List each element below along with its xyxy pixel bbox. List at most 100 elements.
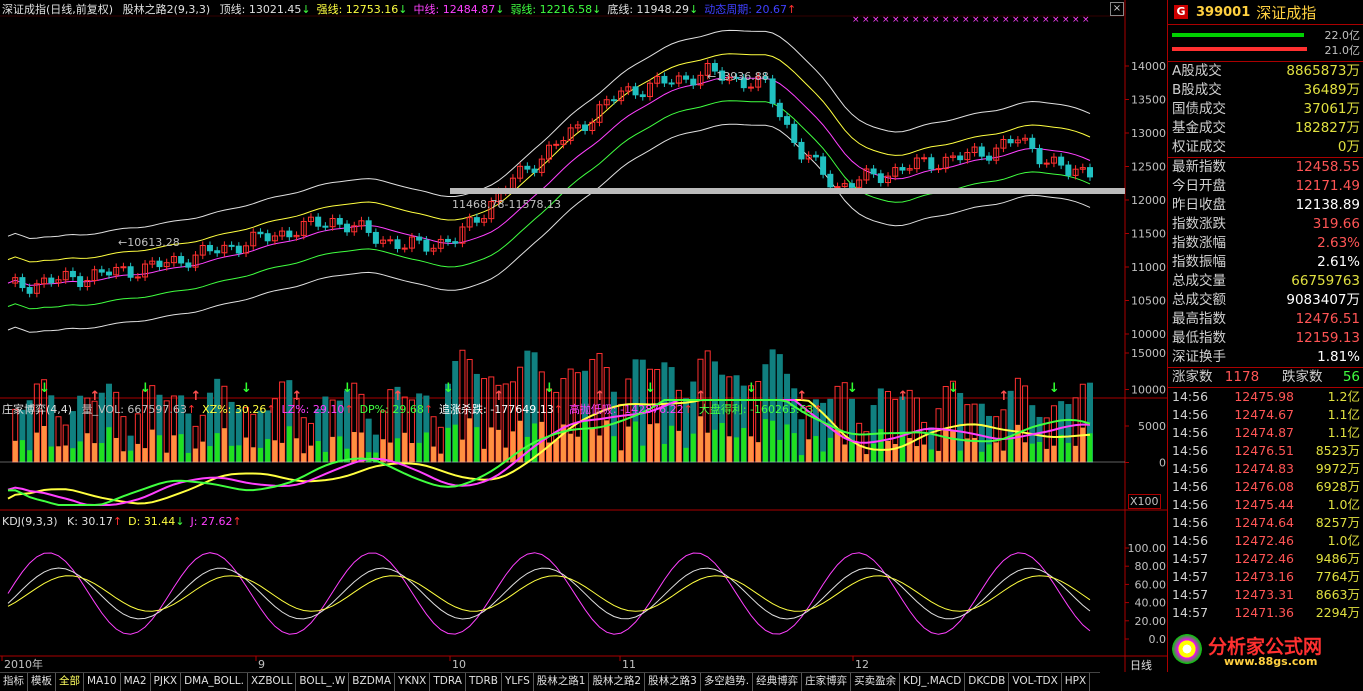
indicator-tab-bar: 指标 模板 全部 MA10 MA2 PJKX DMA_BOLL. XZBOLL BOLL_.W B… (0, 672, 1100, 691)
vol_panel-arrow-6: ↑ (813, 403, 823, 416)
volume-subbar (719, 422, 725, 462)
tab-4[interactable]: MA2 (121, 673, 151, 691)
tick-price: 12475.98 (1234, 389, 1294, 404)
candle-body (206, 244, 213, 252)
marker-x: × (1002, 15, 1010, 25)
close-icon[interactable]: × (1110, 2, 1124, 16)
tab-0[interactable]: 指标 (0, 673, 28, 691)
y-tick-label: 10000 (1131, 328, 1166, 341)
down-arrow-icon: ↓ (847, 381, 858, 396)
vol_panel-item-1: XZ%: 30.26 (202, 403, 267, 416)
candle-body (178, 256, 185, 264)
tab-22[interactable]: DKCDB (965, 673, 1010, 691)
volume-subbar (34, 432, 40, 462)
tab-21[interactable]: KDJ_.MACD (900, 673, 966, 691)
tick-volume: 8257万 (1315, 515, 1360, 530)
chart-canvas[interactable]: 1400013500130001250012000115001100010500… (0, 0, 1167, 672)
volume-subbar (950, 430, 956, 462)
tab-6[interactable]: DMA_BOLL. (181, 673, 248, 691)
tab-19[interactable]: 庄家博弈 (802, 673, 852, 691)
tab-9[interactable]: BZDMA (349, 673, 396, 691)
y-tick-label: 13000 (1131, 127, 1166, 140)
volume-subbar (135, 443, 141, 462)
y-tick-label: 13500 (1131, 94, 1166, 107)
tick-row: 14:56 12475.44 1.0亿 (1168, 496, 1363, 514)
volume-subbar (164, 452, 170, 462)
volume-subbar (142, 448, 148, 462)
volume-subbar (892, 443, 898, 462)
vol_panel-item-4: 追涨杀跌: -177649.13 (439, 403, 554, 416)
volume-subbar (755, 442, 761, 462)
volume-subbar (214, 433, 220, 462)
badge-icon: G (1174, 5, 1188, 19)
high-annotation: ←13936.88 (707, 70, 769, 83)
tick-row: 14:56 12476.51 8523万 (1168, 442, 1363, 460)
volume-subbar (387, 442, 393, 462)
quote-row-value: 12171.49 (1295, 178, 1360, 194)
volume-subbar (48, 446, 54, 462)
tab-5[interactable]: PJKX (151, 673, 182, 691)
marker-x: × (952, 15, 960, 25)
down-arrow-icon: ↓ (645, 381, 656, 396)
tab-11[interactable]: TDRA (430, 673, 466, 691)
chart-area[interactable]: 14000 13500 13000 12500 12000 11500 11000 10500… (0, 0, 1322, 672)
tab-8[interactable]: BOLL_.W (296, 673, 350, 691)
candle-body (228, 244, 235, 247)
up-count: 1178 (1224, 369, 1260, 385)
y-tick-label: 11000 (1131, 261, 1166, 274)
tab-15[interactable]: 股林之路2 (589, 673, 646, 691)
tick-time: 14:57 (1172, 605, 1209, 620)
tab-14[interactable]: 股林之路1 (534, 673, 590, 691)
volume-subbar (301, 453, 307, 462)
marker-x: × (992, 15, 1000, 25)
tab-2[interactable]: 全部 (56, 673, 84, 691)
volume-subbar (416, 442, 422, 462)
marker-x: × (852, 15, 860, 25)
tab-12[interactable]: TDRB (466, 673, 502, 691)
quote-row-value: 12458.55 (1295, 159, 1360, 175)
main_panel-arrow-0: ↓ (301, 3, 311, 16)
tab-3[interactable]: MA10 (84, 673, 121, 691)
quote-row-label: 深证换手 (1172, 349, 1226, 365)
vol_panel-arrow-5: ↑ (683, 403, 693, 416)
tab-10[interactable]: YKNX (395, 673, 431, 691)
tick-time: 14:57 (1172, 569, 1209, 584)
y-tick-label: 11500 (1131, 228, 1166, 241)
vol_panel-arrow-1: ↑ (266, 403, 276, 416)
tab-13[interactable]: YLFS (502, 673, 534, 691)
volume-subbar (438, 453, 444, 462)
tab-20[interactable]: 买卖盈余 (851, 673, 901, 691)
vol_panel-item-3: DP%: 29.68 (359, 403, 424, 416)
tick-row: 14:56 12474.67 1.1亿 (1168, 406, 1363, 424)
tab-1[interactable]: 模板 (28, 673, 56, 691)
volume-subbar (1087, 433, 1093, 462)
y-tick-label: 40.00 (1135, 597, 1167, 610)
candle-body (582, 124, 589, 131)
candle-body (19, 277, 26, 289)
tab-16[interactable]: 股林之路3 (645, 673, 701, 691)
volume-subbar (856, 444, 862, 462)
tab-7[interactable]: XZBOLL (248, 673, 297, 691)
volume-subbar (979, 451, 985, 462)
candle-body (921, 157, 928, 160)
tick-volume: 1.1亿 (1327, 407, 1360, 422)
tab-17[interactable]: 多空趋势. (701, 673, 754, 691)
low-annotation: ←10613.28 (118, 236, 180, 249)
tick-price: 12476.51 (1234, 443, 1294, 458)
volume-subbar (770, 420, 776, 462)
up-arrow-icon: ↑ (897, 389, 908, 404)
volume-subbar (294, 438, 300, 462)
y-tick-label: 80.00 (1135, 560, 1167, 573)
tab-23[interactable]: VOL-TDX (1009, 673, 1062, 691)
vol_panel-arrow-4: ↑ (553, 403, 563, 416)
candle-body (286, 230, 293, 238)
volume-subbar (431, 446, 437, 462)
quote-row: 指数涨跌 319.66 (1168, 215, 1363, 234)
marker-x: × (902, 15, 910, 25)
tab-18[interactable]: 经典博弈 (753, 673, 803, 691)
volume-subbar (63, 445, 69, 462)
tab-24[interactable]: HPX (1062, 673, 1091, 691)
volume-subbar (943, 429, 949, 462)
volume-subbar (1029, 443, 1035, 462)
bar-top-label: 22.0亿 (1324, 29, 1361, 42)
